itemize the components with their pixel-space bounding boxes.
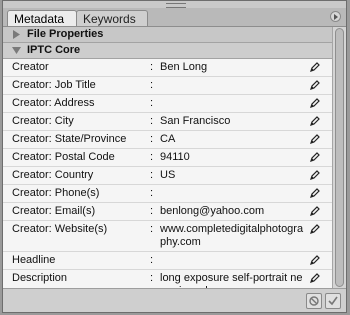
apply-button[interactable] — [325, 293, 341, 309]
field-value[interactable]: CA — [160, 133, 305, 146]
metadata-row: Creator: Email(s): benlong@yahoo.com — [3, 203, 332, 221]
field-value[interactable]: www.completedigitalphotography.com — [160, 223, 305, 249]
metadata-row: Creator: Address: — [3, 95, 332, 113]
edit-pencil-icon[interactable] — [309, 205, 323, 218]
edit-pencil-icon[interactable] — [309, 272, 323, 285]
section-label: File Properties — [27, 28, 104, 40]
field-separator: : — [150, 151, 154, 163]
tab-bar: Metadata Keywords — [3, 8, 346, 27]
field-label: Creator: Email(s) — [12, 205, 96, 217]
edit-pencil-icon[interactable] — [309, 133, 323, 146]
panel-menu-button[interactable] — [330, 11, 341, 22]
field-value[interactable]: benlong@yahoo.com — [160, 205, 305, 218]
field-value[interactable]: San Francisco — [160, 115, 305, 128]
field-separator: : — [150, 79, 154, 91]
checkmark-icon — [328, 296, 338, 306]
no-entry-icon — [309, 296, 319, 306]
scrollbar-thumb[interactable] — [335, 28, 344, 287]
tab-metadata[interactable]: Metadata — [7, 10, 77, 26]
metadata-row: Creator: State/Province: CA — [3, 131, 332, 149]
metadata-row: Creator: Country: US — [3, 167, 332, 185]
field-label: Creator: Job Title — [12, 79, 96, 91]
edit-pencil-icon[interactable] — [309, 187, 323, 200]
field-label: Creator: Phone(s) — [12, 187, 100, 199]
metadata-row: Headline: — [3, 252, 332, 270]
menu-arrow-icon — [334, 14, 338, 20]
metadata-row: Creator: Postal Code:94110 — [3, 149, 332, 167]
vertical-scrollbar[interactable] — [332, 27, 346, 288]
field-separator: : — [150, 115, 154, 127]
field-label: Creator: Country — [12, 169, 94, 181]
field-separator: : — [150, 254, 154, 266]
field-label: Headline — [12, 254, 56, 266]
field-label: Creator: State/Province — [12, 133, 127, 145]
field-value[interactable]: 94110 — [160, 151, 305, 164]
field-label: Creator: City — [12, 115, 74, 127]
section-iptc-core[interactable]: IPTC Core — [3, 43, 332, 59]
field-value[interactable]: Ben Long — [160, 61, 305, 74]
metadata-row: Creator: Job Title: — [3, 77, 332, 95]
metadata-row: Creator: Ben Long — [3, 59, 332, 77]
metadata-row: Description: long exposure self-portrait … — [3, 270, 332, 288]
edit-pencil-icon[interactable] — [309, 61, 323, 74]
field-separator: : — [150, 205, 154, 217]
edit-pencil-icon[interactable] — [309, 254, 323, 267]
cancel-button[interactable] — [306, 293, 322, 309]
edit-pencil-icon[interactable] — [309, 151, 323, 164]
field-value[interactable]: long exposure self-portrait near pinnacl… — [160, 272, 305, 288]
field-separator: : — [150, 169, 154, 181]
metadata-list: File Properties IPTC Core Creator: Ben Lo… — [3, 27, 332, 288]
metadata-row: Creator: Phone(s): — [3, 185, 332, 203]
field-label: Description — [12, 272, 68, 284]
panel-footer — [3, 288, 346, 312]
tab-keywords[interactable]: Keywords — [76, 10, 148, 26]
section-label: IPTC Core — [27, 44, 81, 56]
field-separator: : — [150, 272, 154, 284]
edit-pencil-icon[interactable] — [309, 115, 323, 128]
edit-pencil-icon[interactable] — [309, 97, 323, 110]
field-label: Creator: Address — [12, 97, 95, 109]
metadata-panel: Metadata Keywords File Properties IPTC C… — [2, 0, 347, 313]
edit-pencil-icon[interactable] — [309, 169, 323, 182]
field-separator: : — [150, 223, 154, 235]
field-separator: : — [150, 133, 154, 145]
expand-triangle-icon — [13, 30, 20, 39]
field-value[interactable]: US — [160, 169, 305, 182]
metadata-row: Creator: Website(s): www.completedigitalp… — [3, 221, 332, 252]
metadata-row: Creator: City: San Francisco — [3, 113, 332, 131]
field-separator: : — [150, 61, 154, 73]
edit-pencil-icon[interactable] — [309, 79, 323, 92]
field-separator: : — [150, 187, 154, 199]
field-separator: : — [150, 97, 154, 109]
field-label: Creator: Website(s) — [12, 223, 108, 235]
collapse-triangle-icon — [12, 47, 21, 54]
field-label: Creator: Postal Code — [12, 151, 115, 163]
edit-pencil-icon[interactable] — [309, 223, 323, 236]
field-label: Creator — [12, 61, 49, 73]
section-file-properties[interactable]: File Properties — [3, 27, 332, 43]
